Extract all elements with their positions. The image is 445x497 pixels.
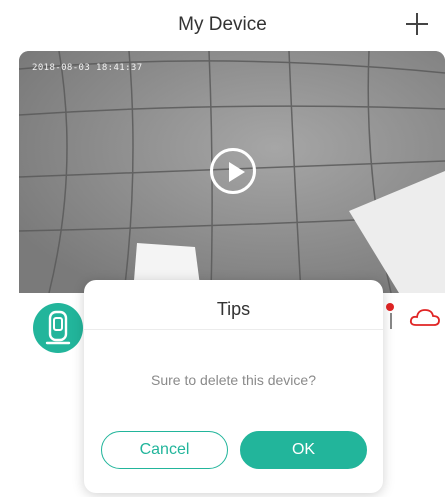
ok-button[interactable]: OK [240, 431, 367, 469]
alert-dot [386, 303, 394, 311]
cancel-button[interactable]: Cancel [101, 431, 228, 469]
dialog-title: Tips [216, 299, 251, 319]
video-timestamp: 2018-08-03 18:41:37 [32, 63, 143, 73]
page-title: My Device [178, 14, 267, 35]
alert-bar [390, 313, 392, 329]
dialog-message: Sure to delete this device? [151, 372, 316, 388]
camera-device-icon[interactable] [33, 303, 83, 353]
delete-confirm-dialog: Tips Sure to delete this device? Cancel … [84, 280, 383, 493]
camera-preview[interactable]: 2018-08-03 18:41:37 [19, 51, 445, 293]
app-header: My Device [0, 0, 445, 50]
dialog-divider [84, 329, 383, 330]
play-button[interactable] [210, 148, 256, 194]
cloud-icon[interactable] [409, 307, 441, 327]
alert-icon[interactable] [384, 303, 396, 329]
add-device-button[interactable] [401, 8, 433, 40]
play-icon [229, 162, 245, 182]
